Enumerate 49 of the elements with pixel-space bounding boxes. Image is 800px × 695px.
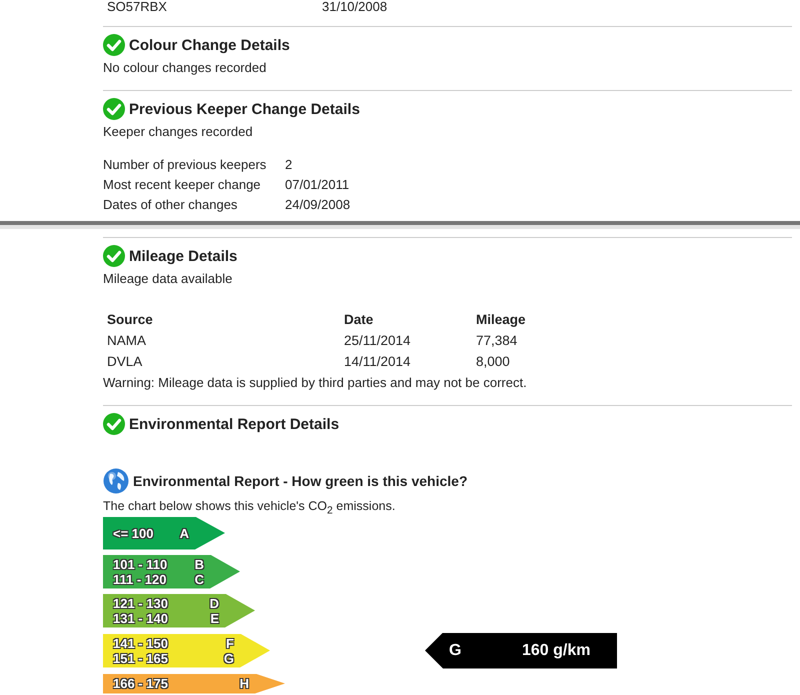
detail-value: 24/09/2008: [285, 196, 350, 214]
band-range: 141 - 150: [113, 636, 168, 650]
band-letter: B: [194, 556, 204, 572]
detail-value: 07/01/2011: [285, 176, 350, 194]
band-range: 151 - 165: [113, 650, 168, 666]
rating-indicator: G 160 g/km: [425, 632, 617, 668]
band-range: 111 - 120: [113, 572, 166, 586]
band-letter: E: [210, 610, 219, 626]
band-letter: F: [226, 636, 234, 650]
band-letter: G: [224, 650, 234, 666]
detail-value: 2: [285, 156, 292, 174]
column-header: Source: [107, 311, 154, 329]
check-icon: [103, 413, 125, 435]
section-title: Previous Keeper Change Details: [129, 100, 360, 118]
band-letter: C: [194, 572, 204, 586]
table-cell-text: 8,000: [476, 353, 510, 371]
band-range: 121 - 130: [113, 596, 168, 610]
status-text: No colour changes recorded: [103, 60, 268, 76]
table-cell-text: 25/11/2014: [344, 332, 412, 350]
band-letter: D: [210, 596, 219, 610]
band-range: <= 100: [113, 526, 154, 540]
section-title: Colour Change Details: [129, 36, 290, 54]
check-icon: [103, 98, 125, 120]
table-cell-text: 14/11/2014: [344, 353, 412, 371]
status-text: Mileage data available: [103, 271, 234, 287]
band-range: 131 - 140: [113, 610, 168, 626]
status-text: Keeper changes recorded: [103, 124, 254, 140]
column-header: Date: [344, 311, 374, 329]
band-letter: A: [180, 526, 189, 540]
registration-text: SO57RBX: [107, 0, 168, 16]
band-range: 101 - 110: [113, 556, 168, 572]
globe-icon: [103, 468, 129, 494]
report-title: Environmental Report - How green is this vehicle?: [133, 473, 468, 489]
detail-label: Number of previous keepers: [103, 156, 268, 174]
check-icon: [103, 34, 125, 56]
detail-label: Most recent keeper change: [103, 176, 262, 194]
table-cell-text: DVLA: [107, 353, 144, 371]
date-text: 31/10/2008: [322, 0, 388, 16]
warning-text: Warning: Mileage data is supplied by third parties and may not be correct.: [103, 375, 528, 391]
section-title: Mileage Details: [129, 248, 238, 264]
table-cell-text: NAMA: [107, 332, 148, 350]
section-title: Environmental Report Details: [129, 416, 340, 432]
intro-text: The chart below shows this vehicle's CO$_{2}$ emissions.: [103, 499, 396, 518]
band-letter: H: [240, 676, 249, 690]
check-icon: [103, 245, 125, 267]
column-header: Mileage: [476, 311, 526, 329]
band-range: 166 - 175: [113, 676, 168, 690]
table-cell-text: 77,384: [476, 332, 518, 350]
detail-label: Dates of other changes: [103, 196, 238, 214]
